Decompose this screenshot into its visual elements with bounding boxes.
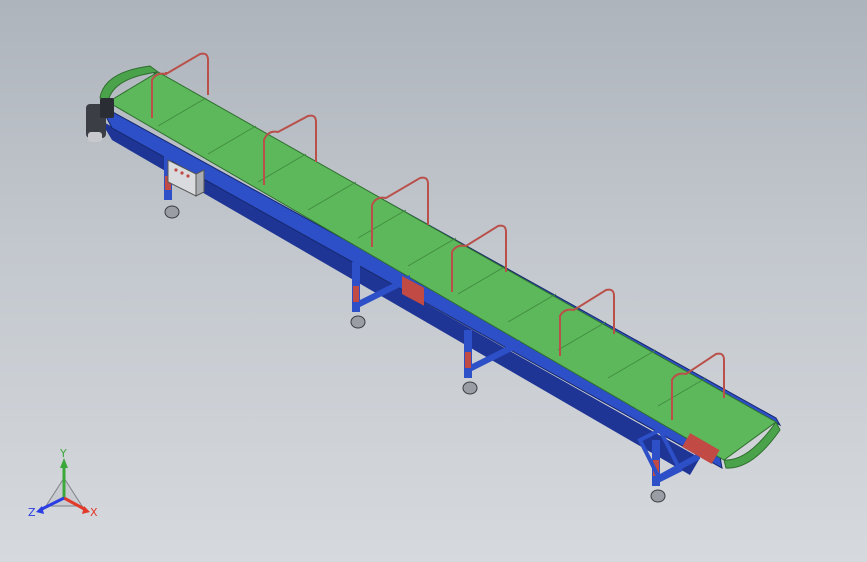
cad-viewport[interactable]: Y X Z bbox=[0, 0, 867, 562]
triad-y-label: Y bbox=[59, 448, 67, 460]
view-orientation-triad-icon[interactable]: Y X Z bbox=[24, 448, 104, 528]
caster-wheel-icon bbox=[164, 205, 180, 219]
conveyor-belt bbox=[107, 71, 777, 461]
caster-wheel-icon bbox=[350, 315, 366, 329]
triad-z-label: Z bbox=[28, 506, 36, 519]
triad-x-label: X bbox=[90, 506, 98, 519]
caster-wheel-icon bbox=[650, 489, 666, 503]
conveyor-model[interactable] bbox=[0, 0, 867, 562]
caster-wheel-icon bbox=[462, 381, 478, 395]
